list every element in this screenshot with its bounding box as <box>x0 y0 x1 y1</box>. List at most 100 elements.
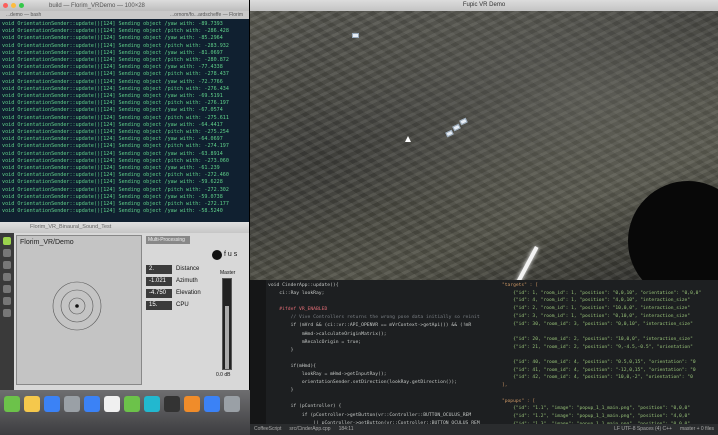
terminal-tabs: ...demo — bash ...ornom/fo...ardscheffe … <box>0 11 249 19</box>
max-left-toolbar <box>0 233 14 390</box>
json-line: {"id": 3, "room_id": 1, "position": "0,1… <box>502 313 691 319</box>
terminal-line: void OrientationSender::update()[124] Se… <box>2 186 229 193</box>
json-line <box>502 328 716 336</box>
brand-logo <box>212 250 222 260</box>
max-patch-window[interactable]: Florim_VR_Binaural_Sound_Test Florim_VR/… <box>0 222 250 390</box>
terminal-line: void OrientationSender::update()[124] Se… <box>2 35 223 42</box>
terminal-line: void OrientationSender::update()[124] Se… <box>2 107 223 114</box>
dark-app-icon[interactable] <box>164 396 180 412</box>
azimuth-param[interactable]: -1.021 Azimuth <box>146 276 198 286</box>
code-line: void CinderApp::update(){ <box>268 283 339 288</box>
controller-model <box>628 181 718 280</box>
terminal-line: void OrientationSender::update()[124] Se… <box>2 165 220 172</box>
distance-param[interactable]: 2. Distance <box>146 264 199 274</box>
target-marker <box>352 33 359 38</box>
terminal-titlebar[interactable]: build — Florim_VRDemo — 100×28 <box>0 0 249 11</box>
dock <box>0 390 250 435</box>
cyan-app-icon[interactable] <box>144 396 160 412</box>
terminal-line: void OrientationSender::update()[124] Se… <box>2 179 223 186</box>
minimize-icon[interactable] <box>11 3 16 8</box>
orange-app-icon[interactable] <box>184 396 200 412</box>
grey-app-icon[interactable] <box>64 396 80 412</box>
editor-status-bar: CoffeeScript src/CinderApp.cpp 184:11 LF… <box>250 424 718 435</box>
blue-app-icon[interactable] <box>44 396 60 412</box>
maximize-icon[interactable] <box>19 3 24 8</box>
status-cursor[interactable]: 184:11 <box>339 424 354 435</box>
terminal-tab-left[interactable]: ...demo — bash <box>6 12 41 18</box>
mouse-cursor-icon <box>405 136 411 142</box>
panel-title: Florim_VR/Demo <box>20 239 74 246</box>
terminal-line: void OrientationSender::update()[124] Se… <box>2 114 229 121</box>
terminal-line: void OrientationSender::update()[124] Se… <box>2 208 223 215</box>
json-config-pane[interactable]: "targets" : [ {"id": 1, "room_id": 1, "p… <box>500 280 718 430</box>
code-line: mRecalcOrigin = true; <box>268 339 362 345</box>
brand-text: f u s <box>224 251 238 258</box>
controller-laser-beam <box>473 246 539 280</box>
grey-app-icon[interactable] <box>224 396 240 412</box>
settings-tool-icon[interactable] <box>3 309 11 317</box>
code-line: lookRay = mHmd->getInputRay(); <box>268 372 387 378</box>
multiprocessing-badge: Multi-Processing <box>146 236 190 244</box>
source-position-pad[interactable] <box>47 276 107 336</box>
terminal-line: void OrientationSender::update()[124] Se… <box>2 64 223 71</box>
max-titlebar: Florim_VR_Binaural_Sound_Test <box>0 222 249 233</box>
json-line: {"id": 40, "room_id": 4, "position": "0.… <box>502 360 696 366</box>
close-icon[interactable] <box>3 3 8 8</box>
master-label: Master <box>220 270 236 276</box>
white-app-icon[interactable] <box>104 396 120 412</box>
json-line: {"id": 41, "room_id": 4, "position": "-1… <box>502 367 696 373</box>
status-language[interactable]: CoffeeScript <box>254 424 281 435</box>
json-line: {"id": "1.2", "image": "popup_1_1_main.p… <box>502 413 691 419</box>
grid-tool-icon[interactable] <box>3 273 11 281</box>
code-line: if (mVrd && (ci::vr::API_OPENVR == mVrCo… <box>268 323 472 329</box>
terminal-line: void OrientationSender::update()[124] Se… <box>2 129 229 136</box>
json-line <box>502 390 716 398</box>
code-line: if(mHmd){ <box>268 363 316 369</box>
json-line <box>502 351 716 359</box>
terminal-output: void OrientationSender::update()[124] Se… <box>0 19 249 222</box>
code-line: ci::Ray lookRay; <box>268 291 325 297</box>
blue-app-icon[interactable] <box>204 396 220 412</box>
yellow-app-icon[interactable] <box>24 396 40 412</box>
terminal-line: void OrientationSender::update()[124] Se… <box>2 42 229 49</box>
status-git[interactable]: master + 0 files <box>680 424 718 435</box>
vr-demo-window[interactable]: Fupic VR Demo <box>250 0 718 280</box>
vr-scene-render[interactable] <box>250 11 718 280</box>
terminal-line: void OrientationSender::update()[124] Se… <box>2 71 229 78</box>
terminal-window[interactable]: build — Florim_VRDemo — 100×28 ...demo —… <box>0 0 250 222</box>
terminal-line: void OrientationSender::update()[124] Se… <box>2 49 223 56</box>
link-tool-icon[interactable] <box>3 297 11 305</box>
window-tool-icon[interactable] <box>3 249 11 257</box>
json-line: {"id": 4, "room_id": 1, "position": "4,0… <box>502 298 691 304</box>
terminal-line: void OrientationSender::update()[124] Se… <box>2 93 223 100</box>
terminal-line: void OrientationSender::update()[124] Se… <box>2 143 229 150</box>
blue-app-icon[interactable] <box>84 396 100 412</box>
terminal-line: void OrientationSender::update()[124] Se… <box>2 157 229 164</box>
code-line: } <box>268 388 294 394</box>
meter-fill <box>225 306 229 369</box>
code-line: mHmd->calculateOriginMatrix(); <box>268 331 387 337</box>
code-editor-window[interactable]: void CinderApp::update(){ ci::Ray lookRa… <box>250 280 718 435</box>
terminal-line: void OrientationSender::update()[124] Se… <box>2 172 229 179</box>
green-app-icon[interactable] <box>124 396 140 412</box>
target-marker <box>452 123 461 132</box>
info-tool-icon[interactable] <box>3 285 11 293</box>
cpp-code-pane[interactable]: void CinderApp::update(){ ci::Ray lookRa… <box>266 280 496 430</box>
elevation-param[interactable]: -4.750 Elevation <box>146 288 201 298</box>
patcher-tool-icon[interactable] <box>3 237 11 245</box>
master-level-meter[interactable] <box>222 278 232 370</box>
cpu-param[interactable]: 15. CPU <box>146 300 189 310</box>
green-app-icon[interactable] <box>4 396 20 412</box>
status-encoding[interactable]: LF UTF-8 Spaces (4) C++ <box>614 424 672 435</box>
terminal-tab-right[interactable]: ...ornom/fo...ardscheffe — Florim <box>170 12 243 18</box>
terminal-line: void OrientationSender::update()[124] Se… <box>2 78 223 85</box>
terminal-line: void OrientationSender::update()[124] Se… <box>2 28 229 35</box>
line-number-gutter <box>250 280 266 435</box>
json-line: {"id": 1, "room_id": 1, "position": "0,0… <box>502 290 702 296</box>
status-file[interactable]: src/CinderApp.cpp <box>289 424 330 435</box>
music-tool-icon[interactable] <box>3 261 11 269</box>
json-line: ], <box>502 383 508 389</box>
code-line: if (pController) { <box>268 404 342 410</box>
